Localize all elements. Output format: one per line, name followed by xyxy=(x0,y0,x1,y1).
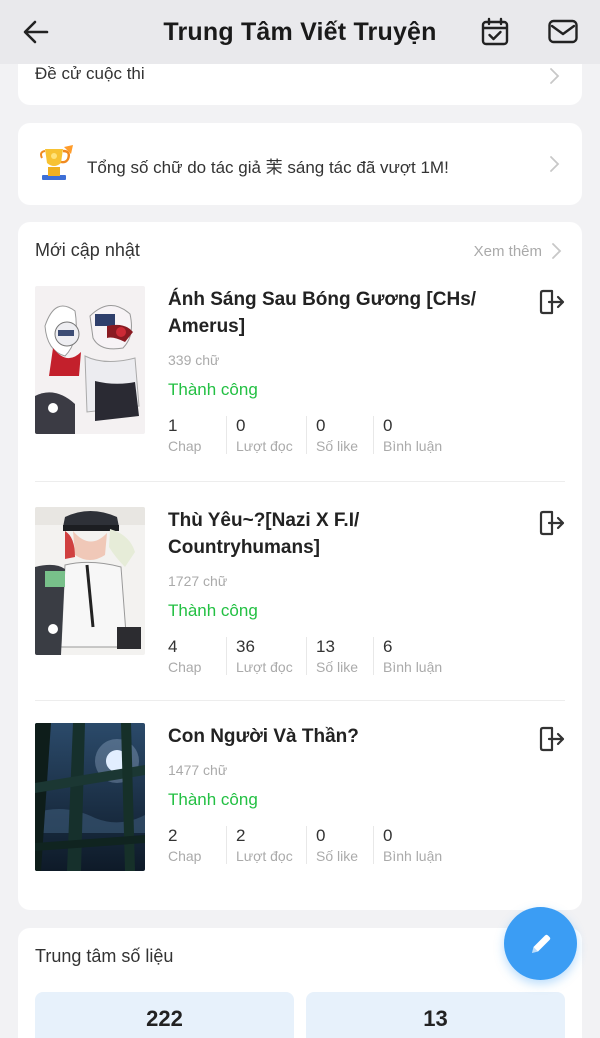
stat-comments: 0 Bình luận xyxy=(373,416,453,454)
see-more-link[interactable]: Xem thêm xyxy=(474,242,562,260)
stat-comments: 6 Bình luận xyxy=(373,637,453,675)
word-count: 1727 chữ xyxy=(168,573,228,589)
contest-label: Đề cử cuộc thi xyxy=(35,64,145,83)
chevron-right-icon xyxy=(552,243,562,259)
story-item[interactable]: Con Người Và Thần? 1477 chữ Thành công 2… xyxy=(35,723,565,923)
top-app-bar: Trung Tâm Viết Truyện xyxy=(0,0,600,64)
story-stats: 1 Chap 0 Lượt đọc 0 Số like 0 Bình luận xyxy=(168,416,453,454)
author-notice-row[interactable]: Tổng số chữ do tác giả 茉 sáng tác đã vượ… xyxy=(18,123,582,205)
notice-text: Tổng số chữ do tác giả 茉 sáng tác đã vượ… xyxy=(87,158,449,177)
back-button[interactable] xyxy=(18,14,54,50)
story-stats: 2 Chap 2 Lượt đọc 0 Số like 0 Bình luận xyxy=(168,826,453,864)
divider xyxy=(35,481,565,482)
export-icon[interactable] xyxy=(537,725,565,753)
stat-reads: 36 Lượt đọc xyxy=(226,637,306,675)
export-icon[interactable] xyxy=(537,509,565,537)
story-stats: 4 Chap 36 Lượt đọc 13 Số like 6 Bình luận xyxy=(168,637,453,675)
story-title[interactable]: Thù Yêu~?[Nazi X F.I/ Countryhumans] xyxy=(168,507,498,561)
stat-reads: 0 Lượt đọc xyxy=(226,416,306,454)
story-title[interactable]: Ánh Sáng Sau Bóng Gương [CHs/ Amerus] xyxy=(168,286,498,340)
status-label: Thành công xyxy=(168,601,258,620)
word-count: 339 chữ xyxy=(168,352,220,368)
divider xyxy=(35,700,565,701)
story-title[interactable]: Con Người Và Thần? xyxy=(168,723,498,750)
story-cover-image[interactable] xyxy=(35,286,145,434)
chevron-right-icon xyxy=(550,68,560,84)
stat-likes: 0 Số like xyxy=(306,826,373,864)
stat-chap: 2 Chap xyxy=(168,826,202,864)
status-label: Thành công xyxy=(168,380,258,399)
metric-tile[interactable]: 222 xyxy=(35,992,294,1038)
story-cover-image[interactable] xyxy=(35,507,145,655)
status-label: Thành công xyxy=(168,790,258,809)
pencil-icon xyxy=(531,934,550,953)
story-cover-image[interactable] xyxy=(35,723,145,871)
stat-chap: 1 Chap xyxy=(168,416,202,454)
metric-value: 222 xyxy=(146,1006,183,1031)
see-more-label: Xem thêm xyxy=(473,242,542,260)
mail-icon xyxy=(548,19,578,44)
back-arrow-icon xyxy=(23,20,49,44)
section-heading: Mới cập nhật xyxy=(35,240,140,260)
mail-button[interactable] xyxy=(544,14,582,50)
metric-tile[interactable]: 13 xyxy=(306,992,565,1038)
metric-value: 13 xyxy=(423,1006,448,1031)
story-item[interactable]: Thù Yêu~?[Nazi X F.I/ Countryhumans] 172… xyxy=(35,507,565,707)
stat-likes: 0 Số like xyxy=(306,416,373,454)
section-heading: Trung tâm số liệu xyxy=(35,946,174,966)
stat-likes: 13 Số like xyxy=(306,637,373,675)
recent-updates-card: Mới cập nhật Xem thêm Ánh Sáng Sau Bóng … xyxy=(18,222,582,910)
stat-chap: 4 Chap xyxy=(168,637,202,675)
chevron-right-icon xyxy=(550,156,560,172)
trophy-icon xyxy=(40,145,73,180)
story-item[interactable]: Ánh Sáng Sau Bóng Gương [CHs/ Amerus] 33… xyxy=(35,286,565,486)
stat-reads: 2 Lượt đọc xyxy=(226,826,306,864)
calendar-check-icon xyxy=(481,17,509,46)
data-center-card: Trung tâm số liệu 222 13 xyxy=(18,928,582,1038)
export-icon[interactable] xyxy=(537,288,565,316)
stat-comments: 0 Bình luận xyxy=(373,826,453,864)
word-count: 1477 chữ xyxy=(168,762,228,778)
calendar-button[interactable] xyxy=(476,14,514,50)
write-fab-button[interactable] xyxy=(504,907,577,980)
